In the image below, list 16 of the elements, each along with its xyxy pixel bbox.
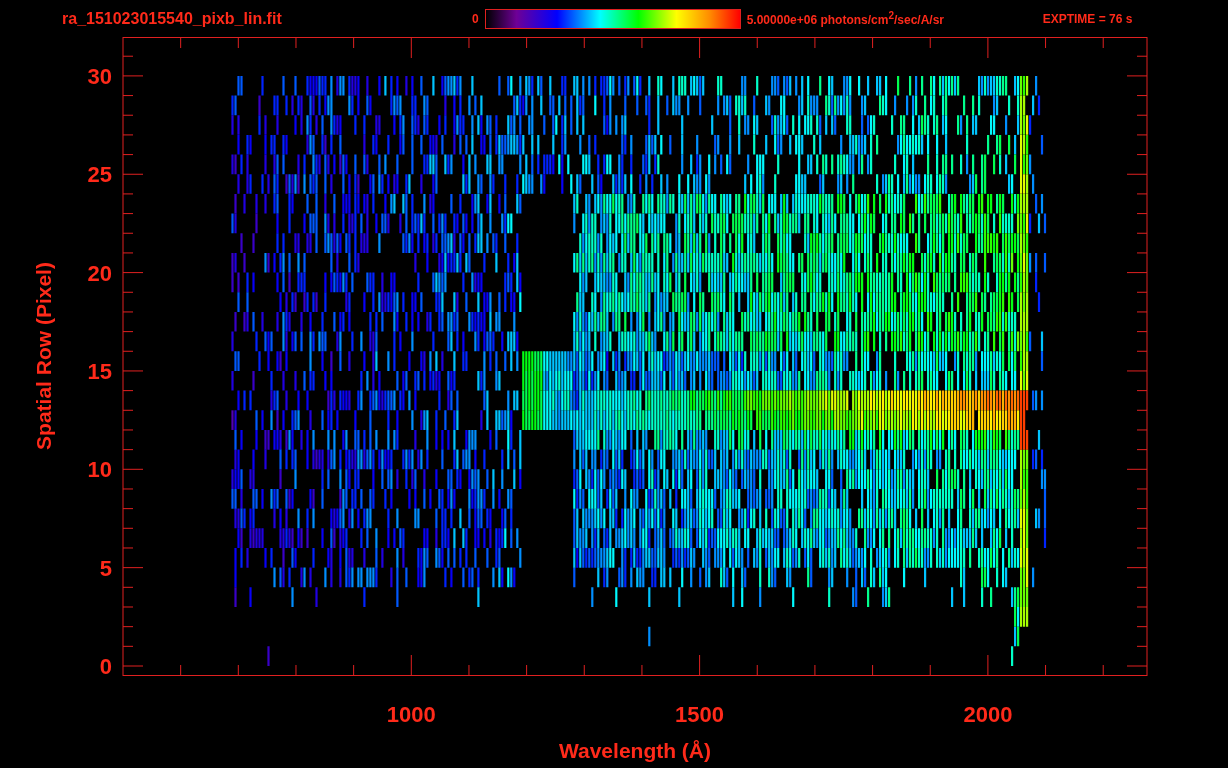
x-tick-label: 1500 — [675, 702, 725, 727]
exposure-time: EXPTIME = 76 s — [1042, 11, 1133, 26]
y-tick-label: 0 — [99, 654, 112, 679]
y-tick-label: 25 — [87, 162, 112, 188]
x-tick-label: 2000 — [963, 702, 1013, 727]
x-tick-label: 1000 — [386, 702, 436, 727]
colorbar-min-label: 0 — [472, 11, 479, 26]
y-tick-label: 10 — [87, 457, 112, 483]
y-tick-label: 30 — [87, 63, 112, 89]
y-tick-label: 15 — [87, 358, 112, 384]
y-tick-label: 20 — [87, 260, 112, 286]
y-tick-label: 5 — [99, 555, 112, 581]
colorbar-max-label: 5.00000e+06 photons/cm$^{2}$/sec/A/sr — [746, 10, 946, 27]
file-name: ra_151023015540_pixb_lin.fit — [62, 9, 283, 28]
y-axis-label: Spatial Row (Pixel) — [32, 262, 55, 450]
x-axis-label: Wavelength (Å) — [558, 739, 712, 762]
